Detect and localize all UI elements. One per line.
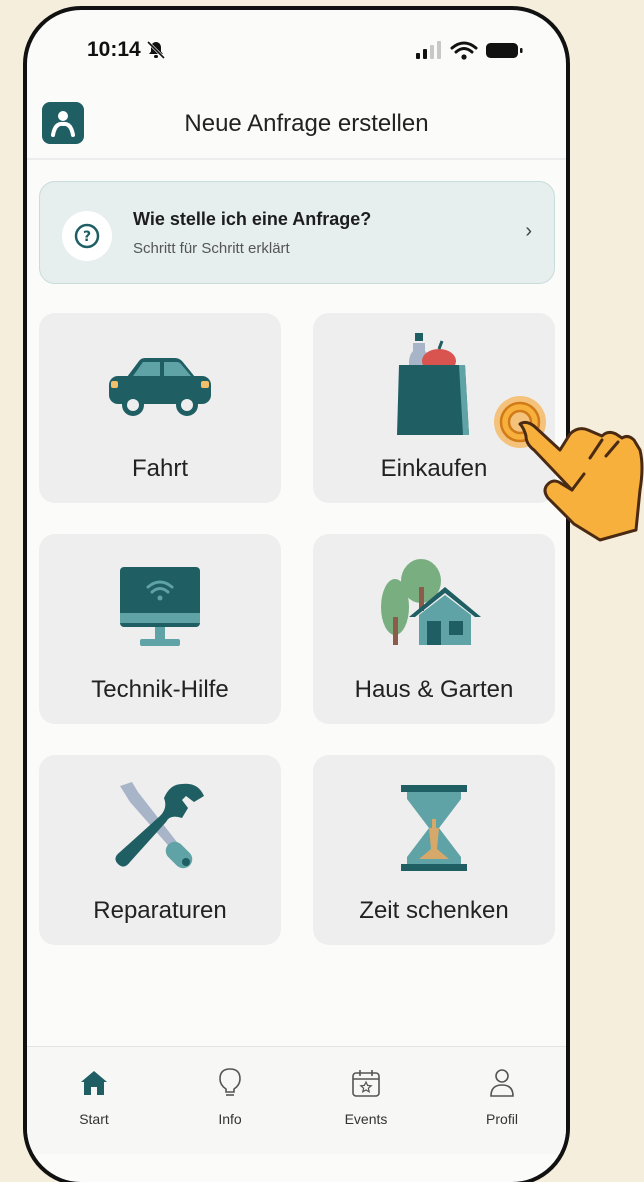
tile-label: Zeit schenken [359, 897, 509, 924]
svg-text:?: ? [83, 229, 91, 245]
chevron-right-icon: › [525, 220, 532, 242]
tile-icon-wrap [313, 773, 555, 883]
tile-label: Fahrt [131, 455, 188, 482]
help-icon-circle: ? [62, 211, 112, 261]
question-icon: ? [74, 223, 100, 249]
car-icon [109, 358, 211, 416]
phone-frame: 10:14 Neue Anfrage erstellen ? Wie stell… [23, 6, 570, 1182]
tile-icon-wrap [39, 331, 281, 441]
home-icon [81, 1071, 107, 1095]
status-bar: 10:14 [27, 10, 566, 90]
tab-icon-wrap [452, 1065, 552, 1101]
tile-icon-wrap [39, 552, 281, 662]
status-time: 10:14 [87, 38, 141, 61]
tab-bar: Start Info Events Profil [27, 1046, 566, 1154]
status-icons [414, 38, 526, 67]
user-icon [490, 1069, 514, 1097]
house-tree-icon [381, 559, 481, 645]
tab-label: Profil [486, 1111, 518, 1127]
tab-label: Info [218, 1111, 242, 1127]
tab-info[interactable]: Info [180, 1065, 280, 1127]
tile-fahrt[interactable]: Fahrt [39, 313, 281, 503]
tile-zeit-schenken[interactable]: Zeit schenken [313, 755, 555, 945]
tab-label: Events [344, 1111, 388, 1127]
tab-icon-wrap [180, 1065, 280, 1101]
shopping-bag-icon [397, 333, 469, 435]
hourglass-icon [401, 785, 467, 871]
pointing-hand-icon [494, 396, 644, 542]
tab-profil[interactable]: Profil [452, 1065, 552, 1127]
tile-label: Technik-Hilfe [91, 676, 229, 703]
tile-technik-hilfe[interactable]: Technik-Hilfe [39, 534, 281, 724]
help-card-title: Wie stelle ich eine Anfrage? [133, 209, 372, 229]
tab-icon-wrap [316, 1065, 416, 1101]
tile-label: Haus & Garten [354, 676, 514, 703]
wrench-screwdriver-icon [115, 782, 204, 869]
help-card[interactable]: ? Wie stelle ich eine Anfrage? Schritt f… [39, 181, 555, 284]
tile-icon-wrap [313, 552, 555, 662]
tile-label: Reparaturen [93, 897, 227, 924]
lightbulb-icon [219, 1068, 241, 1096]
page-title: Neue Anfrage erstellen [184, 110, 429, 137]
bell-muted-icon [146, 40, 166, 60]
tab-label: Start [79, 1111, 109, 1127]
tab-start[interactable]: Start [44, 1065, 144, 1127]
header: Neue Anfrage erstellen [27, 90, 566, 160]
help-card-subtitle: Schritt für Schritt erklärt [133, 240, 290, 257]
tile-haus-garten[interactable]: Haus & Garten [313, 534, 555, 724]
signal-wifi-battery-icon [416, 41, 523, 60]
tile-icon-wrap [39, 773, 281, 883]
tab-icon-wrap [44, 1065, 144, 1101]
calendar-star-icon [352, 1070, 380, 1097]
tab-events[interactable]: Events [316, 1065, 416, 1127]
tile-reparaturen[interactable]: Reparaturen [39, 755, 281, 945]
monitor-wifi-icon [120, 567, 200, 646]
